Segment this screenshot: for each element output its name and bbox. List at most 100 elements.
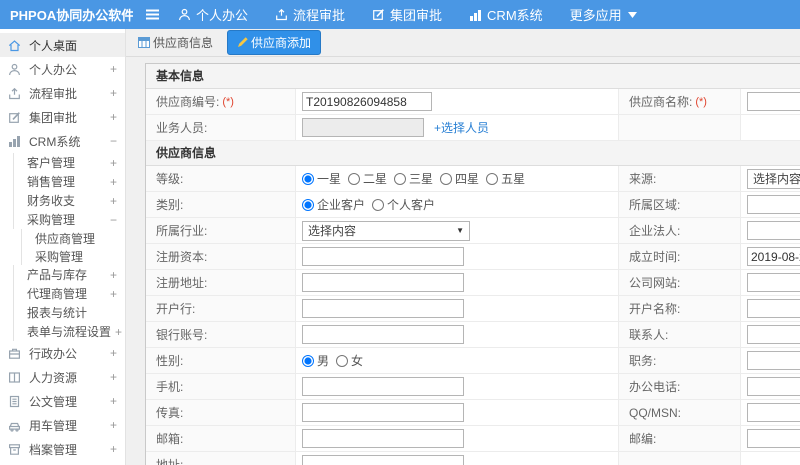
expand-toggle-icon: + bbox=[115, 324, 123, 339]
sidebar-item[interactable]: 个人办公 + bbox=[0, 57, 125, 81]
radio-label: 男 bbox=[317, 354, 330, 368]
sidebar-item[interactable]: 采购管理 bbox=[21, 247, 125, 265]
topbar: PHPOA协同办公软件 个人办公 流程审批 集团审批 CRM系统 更多应用 bbox=[0, 0, 800, 29]
nav-item[interactable]: 个人办公 bbox=[178, 5, 248, 24]
text-input[interactable] bbox=[302, 455, 464, 465]
radio-option[interactable]: 四星 bbox=[440, 170, 479, 187]
select-dropdown[interactable]: 选择内容▼ bbox=[747, 168, 800, 189]
sidebar-item[interactable]: 集团审批 + bbox=[0, 105, 125, 129]
text-input[interactable] bbox=[302, 273, 464, 292]
hamburger-menu-button[interactable] bbox=[145, 9, 160, 20]
field-label: 来源: bbox=[629, 172, 657, 186]
nav-item[interactable]: CRM系统 bbox=[469, 5, 543, 24]
text-input[interactable] bbox=[747, 247, 800, 266]
text-input[interactable] bbox=[302, 299, 464, 318]
select-person-link[interactable]: +选择人员 bbox=[434, 119, 489, 136]
radio-input[interactable] bbox=[486, 172, 499, 185]
sidebar-item[interactable]: CRM系统 − bbox=[0, 129, 125, 153]
text-input[interactable] bbox=[302, 247, 464, 266]
field-label-cell: 所属行业: bbox=[146, 218, 296, 243]
radio-option[interactable]: 五星 bbox=[486, 170, 525, 187]
radio-option[interactable]: 一星 bbox=[302, 170, 341, 187]
field-cell bbox=[296, 400, 619, 425]
text-input[interactable] bbox=[747, 325, 800, 344]
office-icon bbox=[8, 347, 23, 360]
field-label-cell: 注册资本: bbox=[146, 244, 296, 269]
text-input[interactable] bbox=[302, 325, 464, 344]
sidebar-item[interactable]: 公文管理 + bbox=[0, 389, 125, 413]
chart-icon bbox=[469, 9, 482, 21]
sidebar-item[interactable]: 人力资源 + bbox=[0, 365, 125, 389]
radio-input[interactable] bbox=[336, 354, 349, 367]
radio-input[interactable] bbox=[440, 172, 453, 185]
sidebar-item-label: 销售管理 bbox=[27, 175, 76, 189]
text-input[interactable] bbox=[747, 273, 800, 292]
sidebar-item-label: 代理商管理 bbox=[27, 287, 88, 301]
field-cell: 选择内容 ▼ bbox=[296, 218, 619, 243]
nav-item-label: 个人办公 bbox=[196, 8, 249, 23]
radio-input[interactable] bbox=[394, 172, 407, 185]
sidebar-item-label: 用车管理 bbox=[29, 418, 78, 433]
sidebar-item[interactable]: 个人桌面 bbox=[0, 33, 125, 57]
nav-item[interactable]: 更多应用 bbox=[570, 5, 637, 24]
field-label-cell bbox=[619, 115, 741, 140]
field-cell bbox=[741, 400, 800, 425]
radio-input[interactable] bbox=[302, 354, 314, 367]
pencil-icon bbox=[237, 37, 248, 48]
radio-option[interactable]: 个人客户 bbox=[372, 196, 435, 213]
sidebar-item[interactable]: 档案管理 + bbox=[0, 437, 125, 461]
radio-input[interactable] bbox=[302, 172, 314, 185]
expand-toggle-icon: + bbox=[109, 370, 117, 384]
form-row: 邮箱: 邮编: bbox=[146, 426, 800, 452]
field-label: QQ/MSN: bbox=[629, 405, 682, 420]
text-input[interactable] bbox=[302, 92, 432, 111]
radio-input[interactable] bbox=[302, 198, 314, 211]
sidebar-item[interactable]: 流程审批 + bbox=[0, 81, 125, 105]
text-input[interactable] bbox=[747, 351, 800, 370]
sidebar-item[interactable]: 行政办公 + bbox=[0, 341, 125, 365]
sidebar-item[interactable]: 表单与流程设置 + bbox=[13, 322, 125, 341]
sidebar: 个人桌面 个人办公 + 流程审批 + 集团审批 + CRM系统 − 客户管理 + 销售管理 + 财务收支 +… bbox=[0, 29, 126, 465]
sidebar-item[interactable]: 采购管理 − bbox=[13, 210, 125, 229]
sidebar-item[interactable]: 销售管理 + bbox=[13, 172, 125, 191]
tab-supplier-add[interactable]: 供应商添加 bbox=[227, 30, 322, 55]
sidebar-item[interactable]: 代理商管理 + bbox=[13, 284, 125, 303]
radio-input[interactable] bbox=[372, 198, 385, 211]
sidebar-item[interactable]: 供应商管理 bbox=[21, 229, 125, 247]
radio-option[interactable]: 男 bbox=[302, 352, 329, 369]
sidebar-item[interactable]: 财务收支 + bbox=[13, 191, 125, 210]
field-label-cell: 手机: bbox=[146, 374, 296, 399]
text-input[interactable] bbox=[747, 221, 800, 240]
text-input[interactable] bbox=[302, 403, 464, 422]
text-input[interactable] bbox=[747, 403, 800, 422]
sidebar-item[interactable]: 报表与统计 bbox=[13, 303, 125, 322]
sidebar-item-label: 档案管理 bbox=[29, 442, 78, 457]
form-row: 供应商编号:(*)供应商名称:(*) bbox=[146, 89, 800, 115]
field-label: 办公电话: bbox=[629, 380, 681, 394]
nav-item[interactable]: 集团审批 bbox=[372, 5, 442, 24]
text-input[interactable] bbox=[302, 429, 464, 448]
sidebar-item[interactable]: 产品与库存 + bbox=[13, 265, 125, 284]
radio-option[interactable]: 企业客户 bbox=[302, 196, 365, 213]
sidebar-item[interactable]: 用车管理 + bbox=[0, 413, 125, 437]
field-cell bbox=[741, 270, 800, 295]
text-input[interactable] bbox=[302, 377, 464, 396]
radio-input[interactable] bbox=[348, 172, 361, 185]
radio-label: 二星 bbox=[363, 172, 388, 186]
radio-option[interactable]: 二星 bbox=[348, 170, 387, 187]
text-input[interactable] bbox=[747, 429, 800, 448]
tab-supplier-info[interactable]: 供应商信息 bbox=[134, 31, 217, 54]
select-dropdown[interactable]: 选择内容▼ bbox=[302, 220, 470, 241]
radio-option[interactable]: 三星 bbox=[394, 170, 433, 187]
text-input[interactable] bbox=[747, 195, 800, 214]
text-input[interactable] bbox=[302, 118, 424, 137]
archive-icon bbox=[8, 443, 23, 456]
text-input[interactable] bbox=[747, 92, 800, 111]
radio-option[interactable]: 女 bbox=[336, 352, 363, 369]
field-label: 邮箱: bbox=[156, 432, 184, 446]
field-label: 所属行业: bbox=[156, 224, 208, 238]
sidebar-item[interactable]: 客户管理 + bbox=[13, 153, 125, 172]
text-input[interactable] bbox=[747, 377, 800, 396]
text-input[interactable] bbox=[747, 299, 800, 318]
nav-item[interactable]: 流程审批 bbox=[275, 5, 345, 24]
